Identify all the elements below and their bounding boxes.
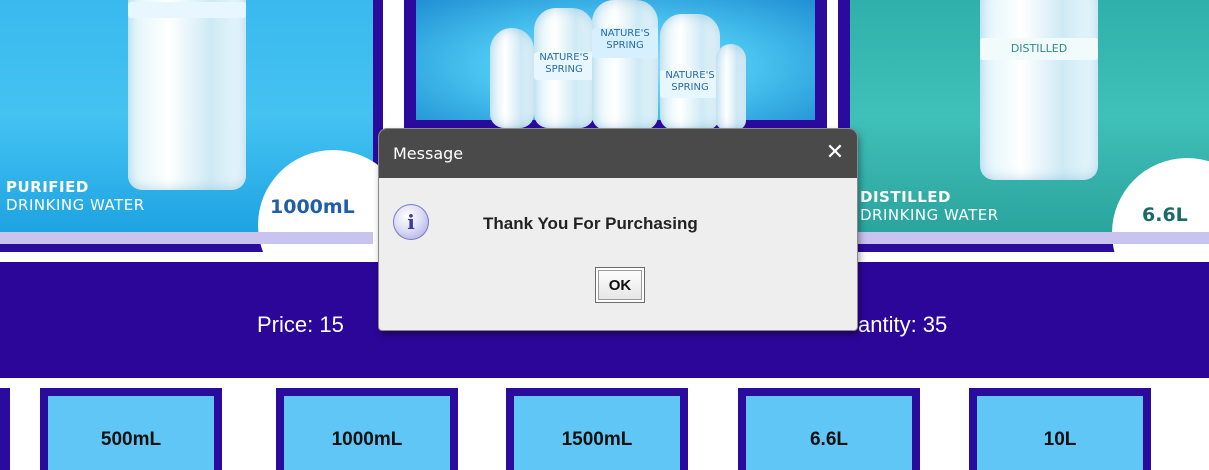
size-button-1500ml[interactable]: 1500mL [506,388,688,470]
size-button-1000ml[interactable]: 1000mL [276,388,458,470]
info-icon: i [393,204,429,240]
water-bottle-image [716,44,746,130]
dialog-message: Thank You For Purchasing [483,214,698,233]
water-bottle-image: NATURE'S SPRING [534,8,594,128]
product-title: DISTILLED DRINKING WATER [860,188,999,224]
dialog-title: Message [393,144,464,163]
product-image-distilled: DISTILLED DISTILLED DRINKING WATER 6.6L [838,0,1209,252]
water-bottle-image [490,28,534,128]
bottle-label: NATURE'S SPRING [660,70,720,98]
product-title-line1: DISTILLED [860,188,951,206]
bottle-label [128,2,246,18]
dialog-title-bar[interactable]: Message ✕ [379,129,857,178]
water-bottle-image: NATURE'S SPRING [592,0,658,130]
product-title-line1: PURIFIED [6,178,89,196]
bottle-label: NATURE'S SPRING [534,52,594,80]
quantity-label: antity: 35 [858,312,948,337]
product-image-natures-spring: NATURE'S SPRING NATURE'S SPRING NATURE'S… [404,0,827,130]
water-bottle-image: NATURE'S SPRING [660,14,720,130]
message-dialog: Message ✕ i Thank You For Purchasing OK [379,129,857,330]
size-button-10l[interactable]: 10L [969,388,1151,470]
size-button-6-6l[interactable]: 6.6L [738,388,920,470]
water-bottle-image: DISTILLED [980,0,1098,180]
product-title-line2: DRINKING WATER [6,196,145,214]
size-button-500ml[interactable]: 500mL [40,388,222,470]
water-bottle-image [128,0,246,190]
product-image-purified: PURIFIED DRINKING WATER 1000mL [0,0,383,252]
product-title-line2: DRINKING WATER [860,206,999,224]
product-title: PURIFIED DRINKING WATER [6,178,145,214]
close-icon[interactable]: ✕ [821,139,849,167]
ok-button[interactable]: OK [595,267,645,303]
bottle-label: DISTILLED [980,38,1098,60]
bottle-label: NATURE'S SPRING [592,28,658,58]
panel-divider [838,232,1209,244]
panel-edge [0,388,10,470]
panel-divider [0,232,373,244]
price-label: Price: 15 [257,312,344,337]
